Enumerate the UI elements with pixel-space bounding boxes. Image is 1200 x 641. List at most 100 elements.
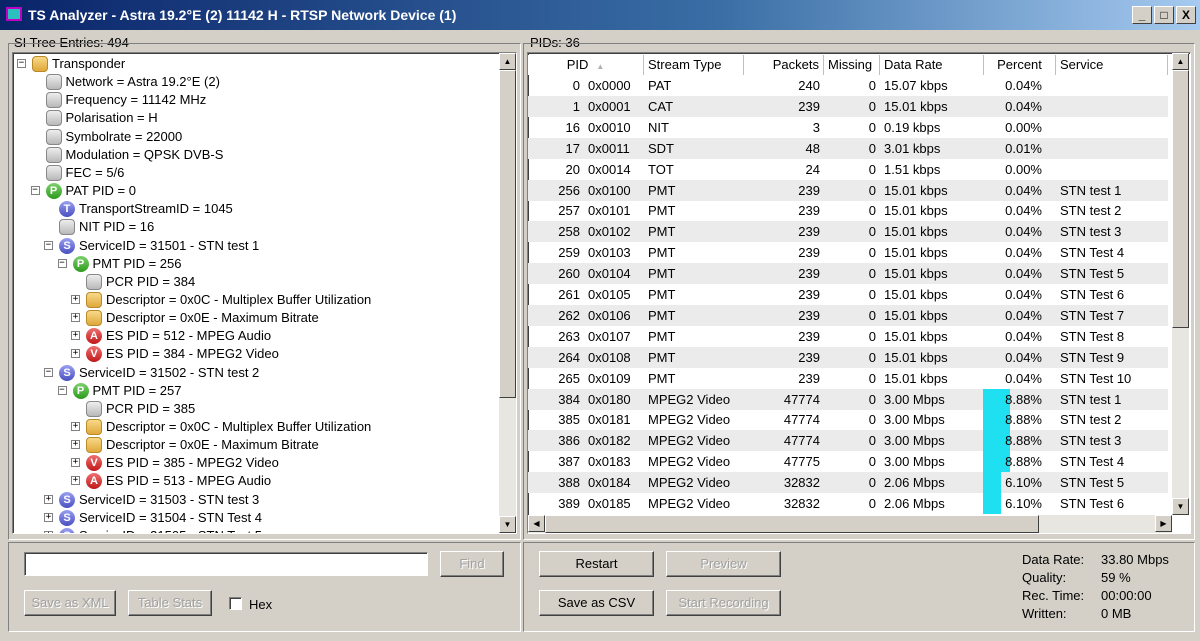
tree-scroll-thumb[interactable] [499, 70, 516, 398]
expand-icon[interactable]: + [44, 494, 53, 504]
s-icon: S [59, 527, 75, 533]
expand-icon[interactable]: + [44, 512, 53, 522]
column-header[interactable]: Data Rate [880, 55, 984, 75]
cell-packets: 47774 [783, 412, 820, 428]
cell-missing: 0 [868, 287, 876, 302]
table-row[interactable]: 264 0x0108 PMT 239 0 15.01 kbps 0.04% STN Test … [528, 346, 1168, 368]
cell-hex: 0x0001 [588, 98, 631, 114]
scroll-up-icon[interactable]: ▲ [499, 53, 516, 70]
expand-icon[interactable]: + [71, 476, 80, 486]
expand-icon[interactable]: + [71, 349, 80, 359]
tree-vscroll[interactable]: ▲ ▼ [499, 53, 516, 533]
column-header[interactable]: Packets [744, 55, 824, 75]
title-bar[interactable]: TS Analyzer - Astra 19.2°E (2) 11142 H -… [0, 0, 1200, 30]
cell-missing: 0 [868, 224, 876, 240]
table-row[interactable]: 265 0x0109 PMT 239 0 15.01 kbps 0.04% STN Test … [528, 368, 1168, 389]
table-row[interactable]: 385 0x0181 MPEG2 Video 47774 0 3.00 Mbps 8.88%… [528, 409, 1168, 431]
table-row[interactable]: 0 0x0000 PAT 240 0 15.07 kbps 0.04% [528, 75, 1168, 96]
hex-checkbox[interactable] [229, 597, 242, 610]
expand-icon[interactable]: + [71, 331, 80, 341]
cell-service: STN test 3 [1060, 433, 1122, 449]
table-row[interactable]: 20 0x0014 TOT 24 0 1.51 kbps 0.00% [528, 159, 1168, 180]
table-row[interactable]: 259 0x0103 PMT 239 0 15.01 kbps 0.04% STN Test … [528, 242, 1168, 263]
table-row[interactable]: 262 0x0106 PMT 239 0 15.01 kbps 0.04% STN Test … [528, 304, 1168, 326]
table-row[interactable]: 17 0x0011 SDT 48 0 3.01 kbps 0.01% [528, 137, 1168, 159]
table-row[interactable]: 16 0x0010 NIT 3 0 0.19 kbps 0.00% [528, 117, 1168, 138]
collapse-icon[interactable]: − [44, 240, 53, 250]
table-row[interactable]: 388 0x0184 MPEG2 Video 32832 0 2.06 Mbps 6.10%… [528, 472, 1168, 494]
table-scroll-thumb[interactable] [1172, 70, 1189, 328]
hex-label: Hex [249, 597, 273, 612]
stat-label: Data Rate: [1022, 552, 1085, 567]
window-title: TS Analyzer - Astra 19.2°E (2) 11142 H -… [28, 7, 457, 23]
cell-missing: 0 [868, 140, 876, 156]
table-row[interactable]: 389 0x0185 MPEG2 Video 32832 0 2.06 Mbps 6.10%… [528, 493, 1168, 514]
cell-rate: 15.01 kbps [884, 224, 948, 240]
v-icon: V [86, 455, 102, 472]
expand-icon[interactable]: + [71, 422, 80, 431]
cell-hex: 0x0011 [588, 140, 630, 156]
collapse-icon[interactable]: − [17, 59, 26, 68]
folder-icon [32, 56, 48, 72]
close-button[interactable]: X [1176, 6, 1196, 24]
cell-pid: 0 [572, 78, 580, 93]
table-row[interactable]: 260 0x0104 PMT 239 0 15.01 kbps 0.04% STN Test … [528, 263, 1168, 285]
table-scroll-up-icon[interactable]: ▲ [1172, 53, 1189, 70]
pids-table[interactable]: PID ▲ Stream Type Packets Missing Data Rate Pe… [527, 52, 1191, 534]
scroll-right-icon[interactable]: ▶ [1155, 515, 1172, 532]
column-header[interactable]: Service [1056, 55, 1168, 75]
table-row[interactable]: 387 0x0183 MPEG2 Video 47775 0 3.00 Mbps 8.88%… [528, 451, 1168, 473]
table-stats-button[interactable]: Table Stats [128, 590, 212, 616]
table-row[interactable]: 1 0x0001 CAT 239 0 15.01 kbps 0.04% [528, 95, 1168, 117]
column-header[interactable]: Percent [984, 55, 1056, 75]
folder-icon [86, 310, 102, 327]
cell-service: STN Test 10 [1060, 370, 1132, 386]
expand-icon[interactable]: + [44, 530, 53, 533]
collapse-icon[interactable]: − [30, 186, 40, 196]
column-header[interactable]: PID ▲ [528, 55, 644, 75]
cell-packets: 3 [812, 119, 820, 135]
scroll-down-icon[interactable]: ▼ [499, 516, 516, 533]
start-recording-button[interactable]: Start Recording [666, 590, 781, 616]
scroll-left-icon[interactable]: ◀ [528, 515, 545, 532]
cell-missing: 0 [868, 454, 876, 470]
table-row[interactable]: 258 0x0102 PMT 239 0 15.01 kbps 0.04% STN test … [528, 221, 1168, 243]
table-vscroll[interactable]: ▲ ▼ [1172, 53, 1189, 515]
save-csv-button[interactable]: Save as CSV [539, 590, 654, 616]
si-tree[interactable]: ▲ ▼ − Transponder Network = Astra 19.2°E (… [12, 52, 517, 534]
table-hscroll-thumb[interactable] [545, 515, 1039, 533]
cell-rate: 1.51 kbps [884, 161, 941, 177]
preview-button[interactable]: Preview [666, 551, 781, 577]
table-row[interactable]: 257 0x0101 PMT 239 0 15.01 kbps 0.04% STN test … [528, 200, 1168, 221]
table-row[interactable]: 386 0x0182 MPEG2 Video 47774 0 3.00 Mbps 8.88%… [528, 430, 1168, 452]
expand-icon[interactable]: + [71, 313, 80, 323]
save-xml-button[interactable]: Save as XML [24, 590, 116, 616]
cell-type: PMT [648, 287, 676, 302]
column-header[interactable]: Missing [824, 55, 880, 75]
expand-icon[interactable]: + [71, 294, 80, 304]
table-row[interactable]: 256 0x0100 PMT 239 0 15.01 kbps 0.04% STN test … [528, 179, 1168, 201]
maximize-button[interactable]: □ [1154, 6, 1174, 24]
stat-label: Rec. Time: [1022, 588, 1085, 603]
collapse-icon[interactable]: − [44, 367, 53, 377]
a-icon: A [86, 328, 102, 345]
table-row[interactable]: 261 0x0105 PMT 239 0 15.01 kbps 0.04% STN Test … [528, 284, 1168, 305]
expand-icon[interactable]: + [71, 440, 80, 450]
restart-button[interactable]: Restart [539, 551, 654, 577]
cell-service: STN Test 4 [1060, 454, 1125, 470]
collapse-icon[interactable]: − [57, 385, 67, 395]
cell-hex: 0x0103 [588, 245, 631, 261]
find-button[interactable]: Find [440, 551, 504, 577]
table-row[interactable]: 384 0x0180 MPEG2 Video 47774 0 3.00 Mbps 8.88%… [528, 388, 1168, 410]
expand-icon[interactable]: + [71, 458, 80, 468]
column-header[interactable]: Stream Type [644, 55, 744, 75]
table-hscroll[interactable]: ◀ ▶ [528, 515, 1172, 533]
cell-percent: 0.04% [1005, 328, 1042, 344]
cell-pid: 385 [558, 412, 580, 428]
cell-rate: 3.00 Mbps [884, 391, 945, 407]
collapse-icon[interactable]: − [57, 258, 67, 268]
table-scroll-down-icon[interactable]: ▼ [1172, 498, 1189, 515]
minimize-button[interactable]: _ [1132, 6, 1152, 24]
table-row[interactable]: 263 0x0107 PMT 239 0 15.01 kbps 0.04% STN Test … [528, 326, 1168, 347]
search-input[interactable] [24, 552, 428, 576]
